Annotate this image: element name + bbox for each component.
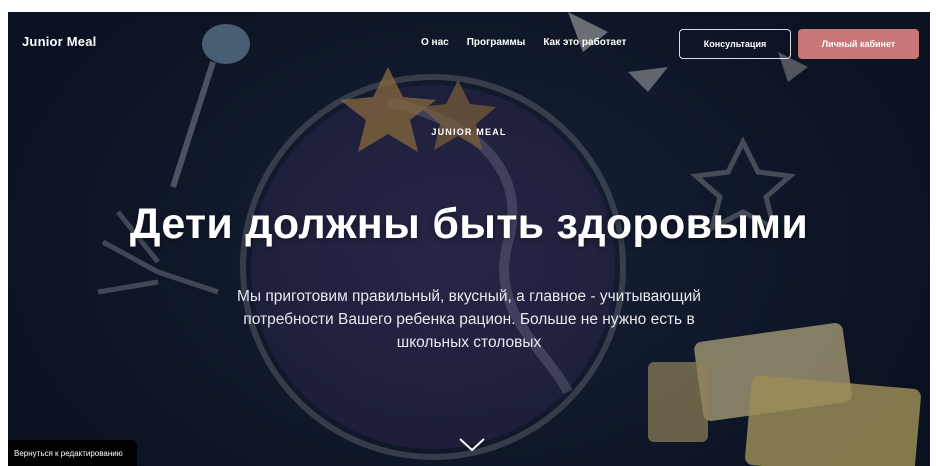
nav-link-programs[interactable]: Программы (467, 37, 526, 48)
back-to-editing-button[interactable]: Вернуться к редактированию (8, 440, 137, 466)
nav-link-how-it-works[interactable]: Как это работает (543, 37, 626, 48)
nav-link-about[interactable]: О нас (421, 37, 449, 48)
hero-subtitle: Мы приготовим правильный, вкусный, а гла… (237, 288, 701, 351)
hero-section: Junior Meal О нас Программы Как это рабо… (8, 12, 930, 466)
hero-eyebrow: JUNIOR MEAL (431, 127, 507, 137)
chevron-down-icon[interactable] (458, 437, 486, 453)
account-button[interactable]: Личный кабинет (798, 29, 919, 59)
consultation-button[interactable]: Консультация (679, 29, 791, 59)
nav-menu: О нас Программы Как это работает (421, 37, 644, 48)
hero-headline: Дети должны быть здоровыми (129, 200, 809, 248)
brand-logo[interactable]: Junior Meal (22, 34, 96, 49)
top-navigation: Junior Meal О нас Программы Как это рабо… (8, 12, 930, 74)
